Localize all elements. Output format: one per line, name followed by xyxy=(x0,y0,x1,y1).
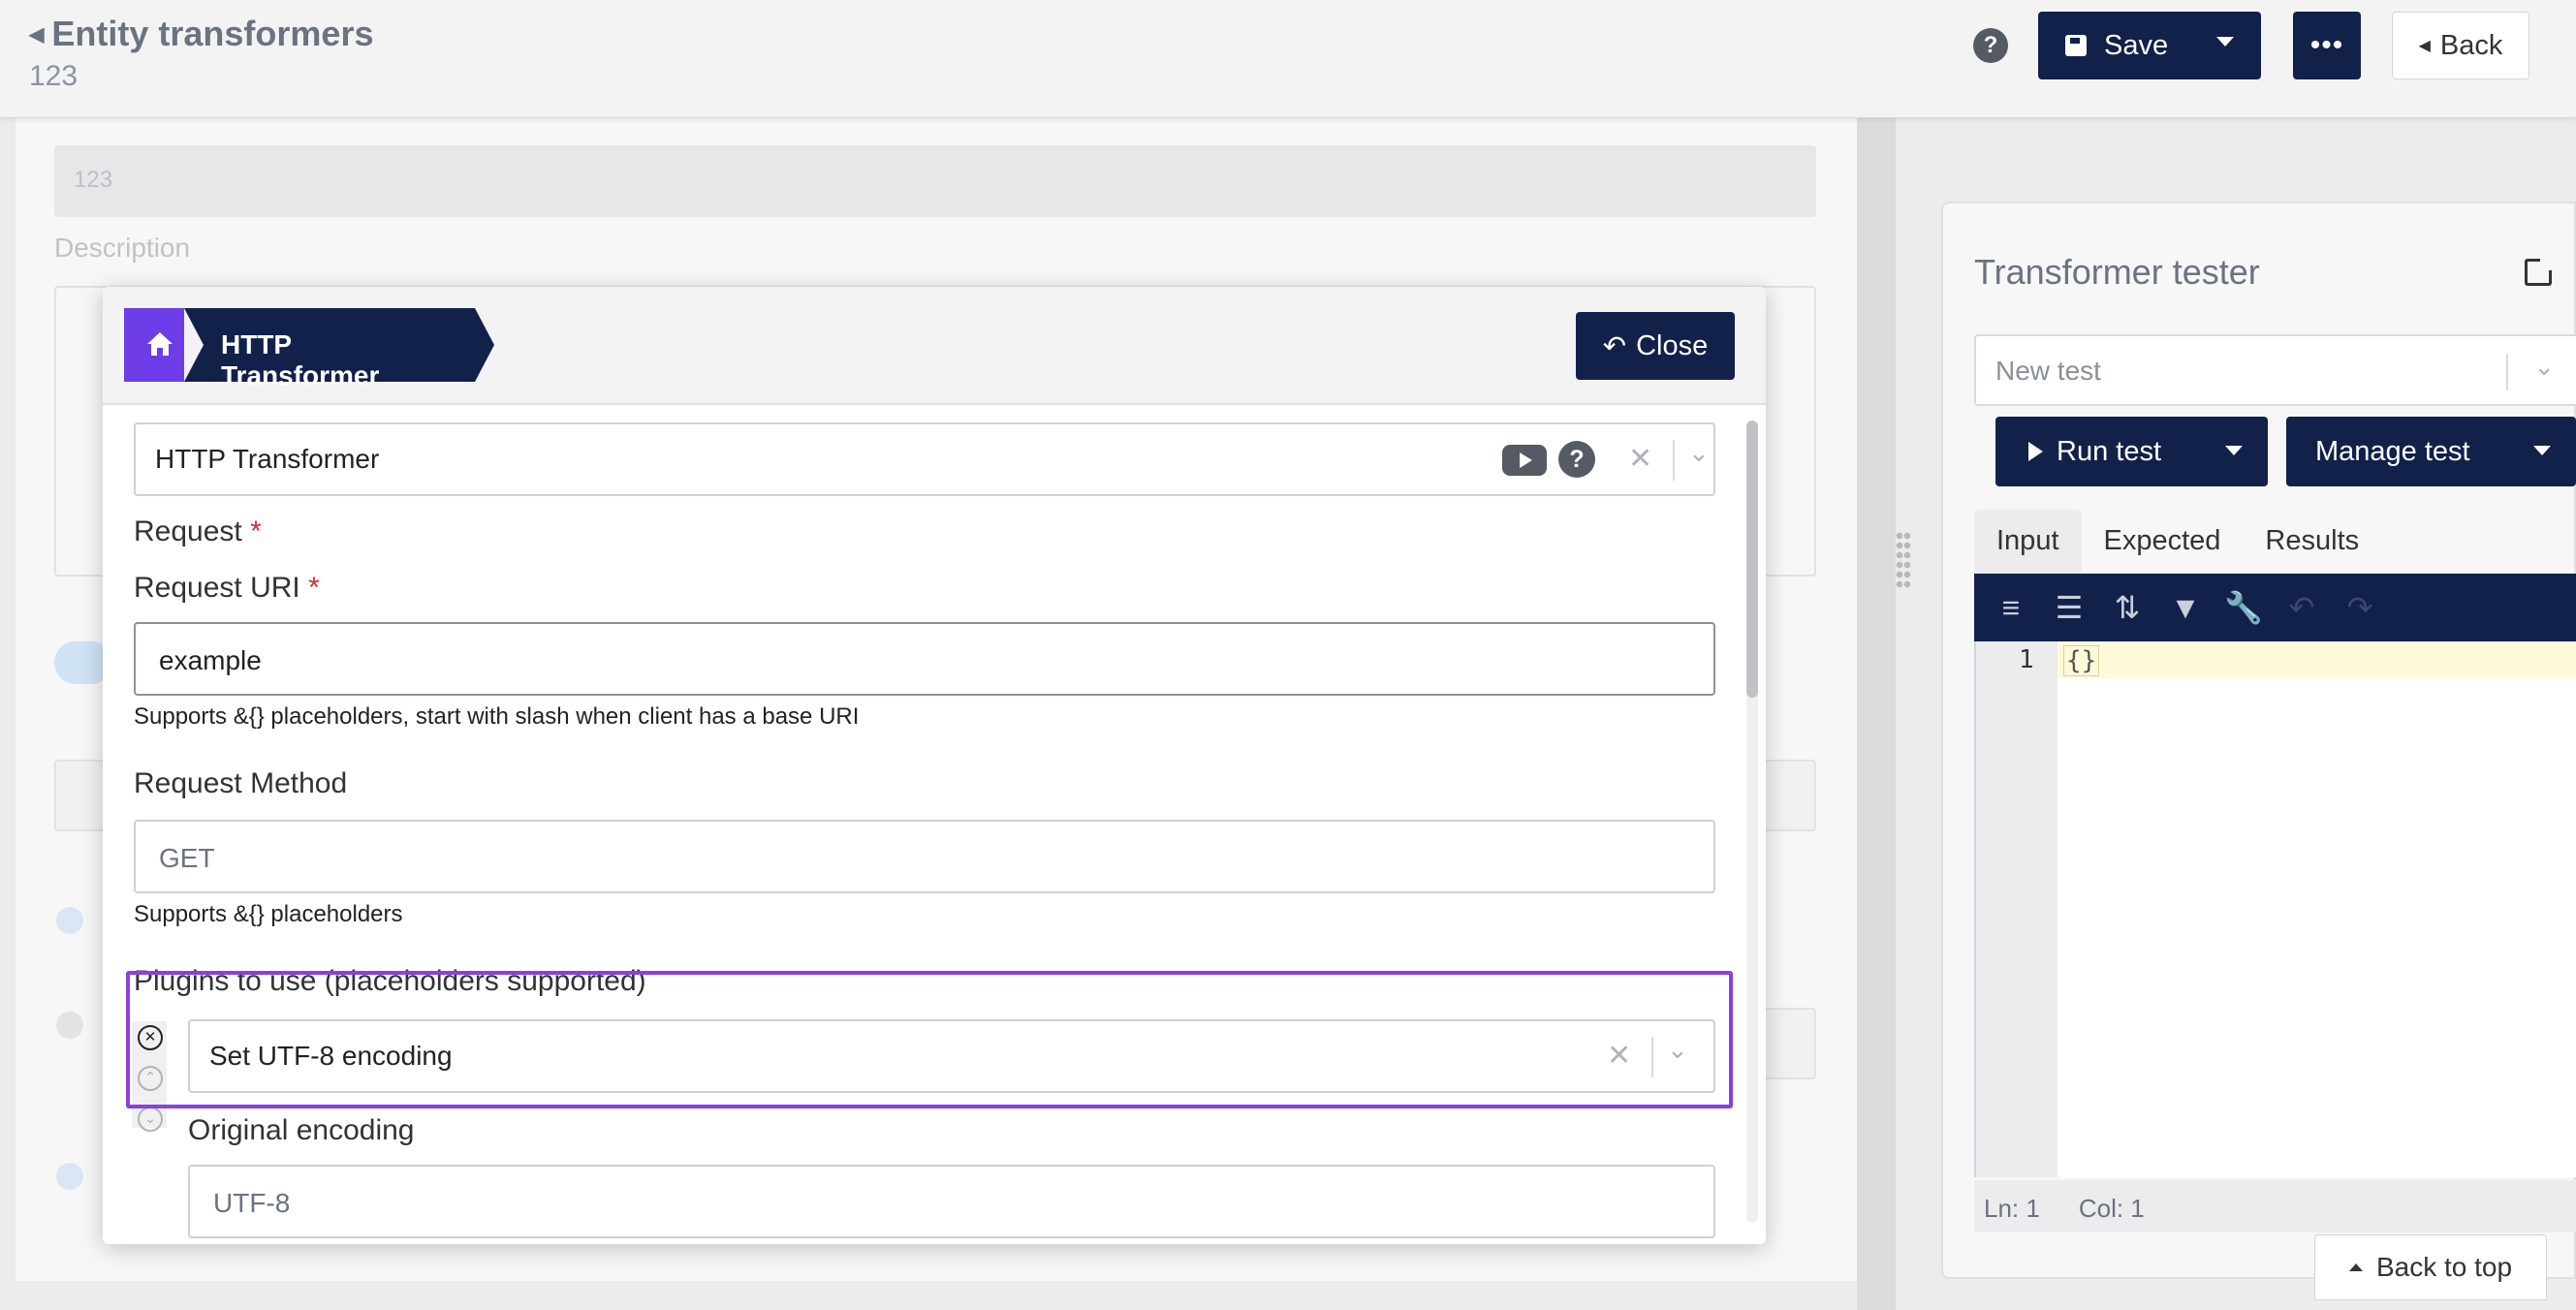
name-field[interactable]: 123 xyxy=(54,145,1816,217)
tab-expected[interactable]: Expected xyxy=(2082,510,2244,574)
back-button-label: Back xyxy=(2439,29,2503,61)
video-icon[interactable] xyxy=(1502,445,1547,476)
breadcrumb-item[interactable]: HTTP Transformer xyxy=(184,308,494,390)
test-select[interactable]: New test ⌄ xyxy=(1974,334,2576,406)
chevron-down-icon[interactable]: ⌄ xyxy=(2533,352,2555,382)
help-icon[interactable]: ? xyxy=(1558,441,1595,478)
request-method-hint: Supports &{} placeholders xyxy=(134,901,403,927)
move-down-icon[interactable]: ⌄ xyxy=(138,1107,163,1132)
back-to-top-label: Back to top xyxy=(2375,1252,2513,1282)
original-encoding-label: Original encoding xyxy=(188,1114,415,1146)
floppy-disk-icon xyxy=(2065,35,2087,56)
open-external-icon[interactable] xyxy=(2525,259,2552,286)
tab-input[interactable]: Input xyxy=(1974,510,2082,574)
modal-scrollbar[interactable] xyxy=(1746,421,1758,1223)
run-dropdown-caret-icon[interactable] xyxy=(2225,446,2243,455)
tester-tabs: Input Expected Results xyxy=(1974,510,2576,574)
modal-header: HTTP Transformer ↶ Close xyxy=(103,287,1766,405)
play-icon xyxy=(2028,442,2043,461)
request-method-label: Request Method xyxy=(134,767,348,799)
redo-icon[interactable]: ↷ xyxy=(2339,586,2381,629)
back-button[interactable]: ◀ Back xyxy=(2392,12,2529,79)
code-content[interactable]: {} xyxy=(2063,645,2100,676)
run-test-label: Run test xyxy=(2057,435,2161,467)
caret-left-icon: ◀ xyxy=(29,23,45,46)
resize-handle[interactable] xyxy=(1896,531,1911,591)
save-button[interactable]: Save xyxy=(2038,12,2261,79)
status-column: Col: 1 xyxy=(2078,1194,2145,1223)
request-method-input[interactable]: GET xyxy=(134,820,1715,893)
back-to-top-button[interactable]: Back to top xyxy=(2314,1234,2547,1300)
http-transformer-modal: HTTP Transformer ↶ Close HTTP Transforme… xyxy=(103,287,1766,1244)
wrench-icon[interactable]: 🔧 xyxy=(2222,586,2265,629)
undo-icon[interactable]: ↶ xyxy=(2280,586,2323,629)
modal-body: HTTP Transformer ? ✕ ⌄ Request * Request… xyxy=(103,407,1766,1240)
option-radio[interactable] xyxy=(56,1012,83,1039)
clear-icon[interactable]: ✕ xyxy=(1628,442,1652,476)
page-subtitle: 123 xyxy=(29,60,79,92)
request-uri-hint: Supports &{} placeholders, start with sl… xyxy=(134,703,860,730)
request-label: Request * xyxy=(134,515,262,548)
chevron-down-icon[interactable]: ⌄ xyxy=(1688,438,1710,468)
top-header: ◀ Entity transformers 123 ? Save ••• ◀ B… xyxy=(0,0,2576,118)
status-line: Ln: 1 xyxy=(1984,1194,2040,1223)
scrollbar-thumb[interactable] xyxy=(1746,421,1758,698)
required-mark: * xyxy=(308,572,320,604)
request-uri-input[interactable]: example xyxy=(134,622,1715,696)
required-mark: * xyxy=(250,515,262,547)
line-number: 1 xyxy=(2019,645,2034,674)
add-item-icon[interactable] xyxy=(56,1163,83,1190)
transformer-type-select[interactable]: HTTP Transformer ? ✕ ⌄ xyxy=(134,422,1715,496)
home-icon xyxy=(147,332,173,356)
help-icon[interactable]: ? xyxy=(1973,28,2008,63)
close-button-label: Close xyxy=(1636,329,1709,361)
active-line xyxy=(2058,641,2576,678)
compact-icon[interactable]: ☰ xyxy=(2048,586,2090,629)
select-divider xyxy=(1673,440,1675,481)
more-options-button[interactable]: ••• xyxy=(2293,12,2361,79)
editor-statusbar: Ln: 1 Col: 1 xyxy=(1974,1180,2576,1232)
select-divider xyxy=(2506,354,2508,390)
undo-arrow-icon: ↶ xyxy=(1602,330,1627,362)
manage-dropdown-caret-icon[interactable] xyxy=(2533,446,2551,455)
page-title[interactable]: ◀ Entity transformers xyxy=(29,14,373,54)
request-uri-label-text: Request URI xyxy=(134,572,300,604)
save-button-label: Save xyxy=(2104,29,2169,61)
page-title-text: Entity transformers xyxy=(51,14,374,53)
caret-left-icon: ◀ xyxy=(2418,38,2431,54)
transformer-type-value: HTTP Transformer xyxy=(155,444,380,474)
manage-test-button[interactable]: Manage test xyxy=(2286,417,2576,486)
test-select-placeholder: New test xyxy=(1995,356,2101,386)
manage-test-label: Manage test xyxy=(2315,435,2470,467)
request-uri-label: Request URI * xyxy=(134,572,320,605)
filter-icon[interactable]: ▼ xyxy=(2164,586,2207,629)
line-gutter: 1 xyxy=(1976,641,2058,1177)
code-editor[interactable]: 1 {} xyxy=(1974,641,2576,1177)
caret-up-icon xyxy=(2348,1263,2363,1271)
save-dropdown-caret-icon[interactable] xyxy=(2216,37,2234,47)
tab-results[interactable]: Results xyxy=(2243,510,2381,574)
editor-toolbar: ≡ ☰ ⇅ ▼ 🔧 ↶ ↷ xyxy=(1974,574,2576,641)
description-label: Description xyxy=(54,233,191,263)
plugins-highlight-box xyxy=(126,971,1733,1108)
original-encoding-input[interactable]: UTF-8 xyxy=(188,1165,1715,1238)
sort-icon[interactable]: ⇅ xyxy=(2106,586,2149,629)
add-filter-icon[interactable] xyxy=(56,907,83,934)
close-button[interactable]: ↶ Close xyxy=(1576,312,1735,380)
tester-title: Transformer tester xyxy=(1974,252,2260,292)
format-icon[interactable]: ≡ xyxy=(1990,586,2032,629)
run-test-button[interactable]: Run test xyxy=(1995,417,2268,486)
panel-divider xyxy=(1857,118,1896,1310)
request-label-text: Request xyxy=(134,515,242,547)
